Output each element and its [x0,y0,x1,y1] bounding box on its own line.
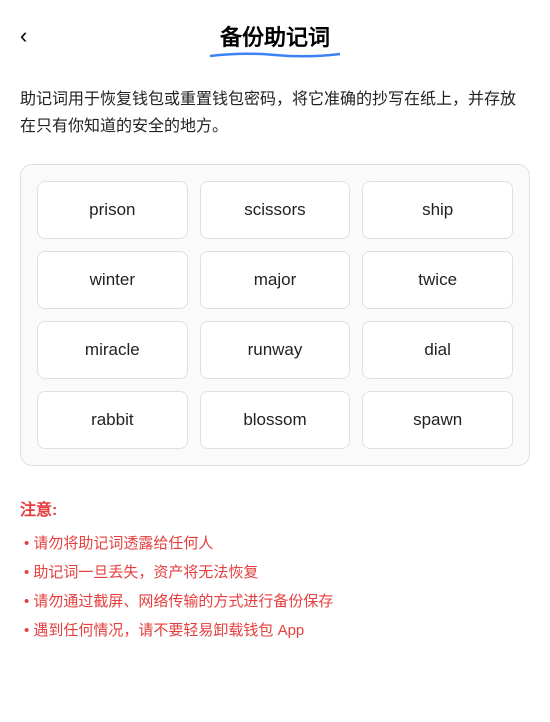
title-underline-decoration [210,50,340,60]
warning-items-container: • 请勿将助记词透露给任何人• 助记词一旦丢失，资产将无法恢复• 请勿通过截屏、… [20,530,530,644]
back-button[interactable]: ‹ [20,25,27,47]
mnemonic-word-4: winter [37,251,188,309]
warning-title: 注意: [20,496,530,520]
mnemonic-word-9: dial [362,321,513,379]
header: ‹ 备份助记词 [0,0,550,62]
mnemonic-word-2: scissors [200,181,351,239]
page-title: 备份助记词 [220,20,330,52]
mnemonic-grid-container: prisonscissorsship wintermajortwice miracl… [20,164,530,466]
mnemonic-word-5: major [200,251,351,309]
warning-item-2: • 助记词一旦丢失，资产将无法恢复 [20,559,530,586]
mnemonic-word-8: runway [200,321,351,379]
title-wrapper: 备份助记词 [220,20,330,52]
warning-item-4: • 遇到任何情况，请不要轻易卸载钱包 App [20,617,530,644]
mnemonic-word-6: twice [362,251,513,309]
warning-item-3: • 请勿通过截屏、网络传输的方式进行备份保存 [20,588,530,615]
mnemonic-word-10: rabbit [37,391,188,449]
mnemonic-word-12: spawn [362,391,513,449]
description-text: 助记词用于恢复钱包或重置钱包密码，将它准确的抄写在纸上，并存放在只有你知道的安全… [0,62,550,156]
mnemonic-word-3: ship [362,181,513,239]
mnemonic-word-1: prison [37,181,188,239]
mnemonic-word-7: miracle [37,321,188,379]
warning-item-1: • 请勿将助记词透露给任何人 [20,530,530,557]
mnemonic-word-11: blossom [200,391,351,449]
warning-section: 注意: • 请勿将助记词透露给任何人• 助记词一旦丢失，资产将无法恢复• 请勿通… [0,486,550,666]
mnemonic-grid: prisonscissorsship wintermajortwice miracl… [37,181,513,449]
